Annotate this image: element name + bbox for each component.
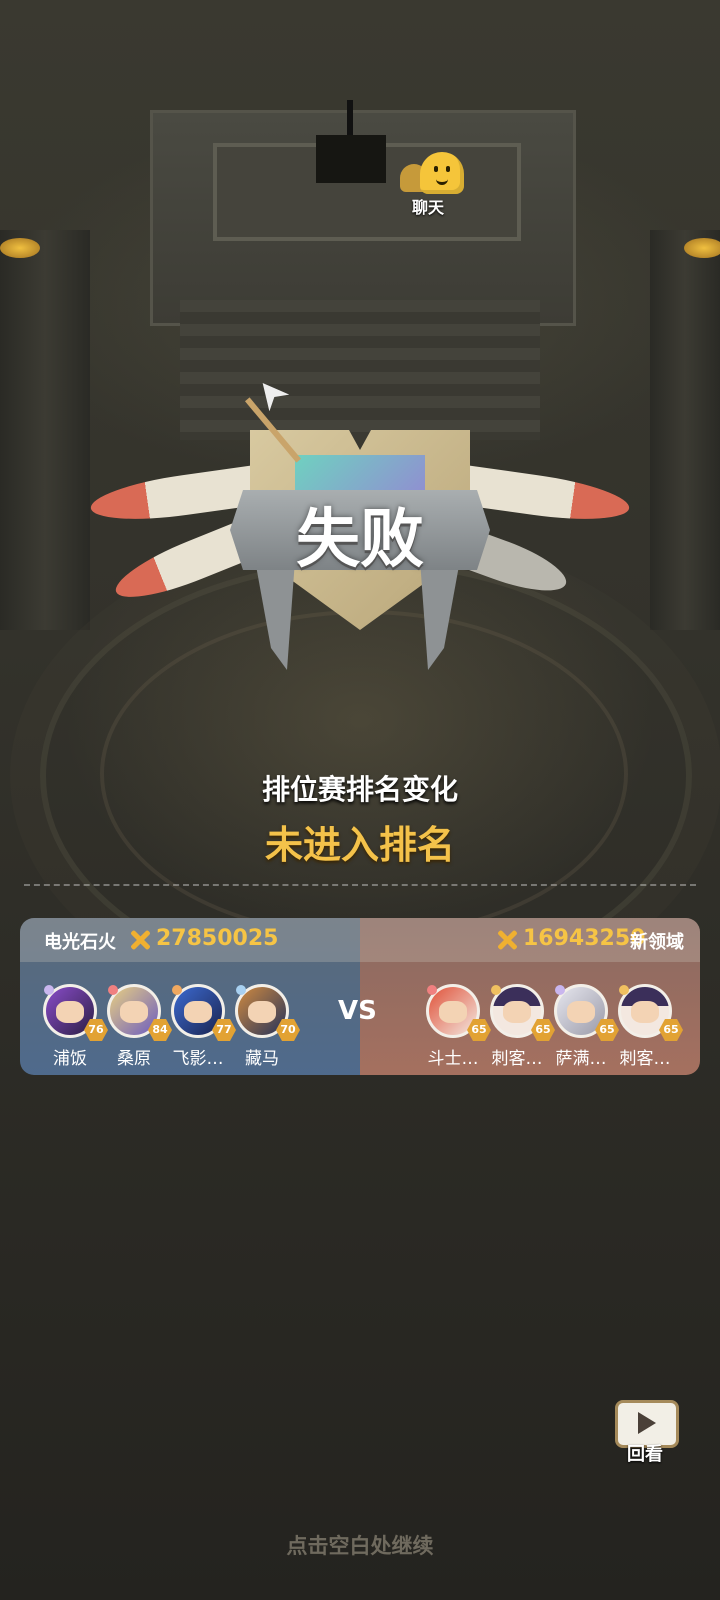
- crossed-swords-icon: [495, 928, 519, 952]
- player-slot[interactable]: 65 萨满…: [549, 984, 619, 1069]
- right-team-name: 新领域: [630, 932, 684, 953]
- defeat-emblem: 失败: [88, 380, 632, 690]
- player-name: 藏马: [245, 1049, 279, 1069]
- right-pillar: [650, 230, 720, 630]
- player-slot[interactable]: 70 藏马: [230, 984, 300, 1069]
- player-avatar: 77: [171, 984, 236, 1041]
- player-avatar: 70: [235, 984, 300, 1041]
- chat-button[interactable]: 聊天: [398, 150, 478, 217]
- player-slot[interactable]: 65 刺客…: [485, 984, 555, 1069]
- player-name: 刺客…: [491, 1049, 543, 1069]
- player-avatar: 65: [554, 984, 619, 1041]
- banner-post: [347, 100, 353, 140]
- tap-to-continue-hint[interactable]: 点击空白处继续: [0, 1530, 720, 1560]
- player-avatar: 76: [43, 984, 108, 1041]
- player-avatar: 84: [107, 984, 172, 1041]
- vs-label: VS: [338, 996, 377, 1026]
- left-pillar: [0, 230, 90, 630]
- rank-change-label: 排位赛排名变化: [261, 773, 458, 806]
- player-slot[interactable]: 65 斗士…: [421, 984, 491, 1069]
- player-slot[interactable]: 84 桑原: [102, 984, 172, 1069]
- result-title: 失败: [296, 503, 424, 577]
- player-slot[interactable]: 77 飞影…: [166, 984, 236, 1069]
- player-slot[interactable]: 76 浦饭: [38, 984, 108, 1069]
- player-name: 刺客…: [619, 1049, 671, 1069]
- torch-icon: [0, 238, 40, 258]
- player-avatar: 65: [490, 984, 555, 1041]
- player-avatar: 65: [618, 984, 683, 1041]
- right-team-score: 16943250: [523, 926, 646, 951]
- arrow-fletching-icon: [253, 375, 290, 412]
- left-team-name: 电光石火: [44, 932, 116, 953]
- section-divider: [24, 884, 696, 886]
- chat-label: 聊天: [411, 198, 444, 217]
- player-name: 飞影…: [172, 1049, 224, 1069]
- player-name: 浦饭: [53, 1049, 87, 1069]
- player-slot[interactable]: 65 刺客…: [613, 984, 683, 1069]
- left-team-score: 27850025: [156, 926, 279, 951]
- crossed-swords-icon: [128, 928, 152, 952]
- player-avatar: 65: [426, 984, 491, 1041]
- torch-icon: [684, 238, 720, 258]
- player-name: 萨满…: [555, 1049, 607, 1069]
- player-name: 斗士…: [427, 1049, 479, 1069]
- rank-change-value: 未进入排名: [264, 823, 455, 867]
- chat-ghost-icon: [420, 152, 464, 194]
- replay-label: 回看: [627, 1444, 663, 1465]
- replay-button[interactable]: 回看: [610, 1400, 680, 1465]
- player-name: 桑原: [117, 1049, 151, 1069]
- banner-box: [316, 135, 386, 183]
